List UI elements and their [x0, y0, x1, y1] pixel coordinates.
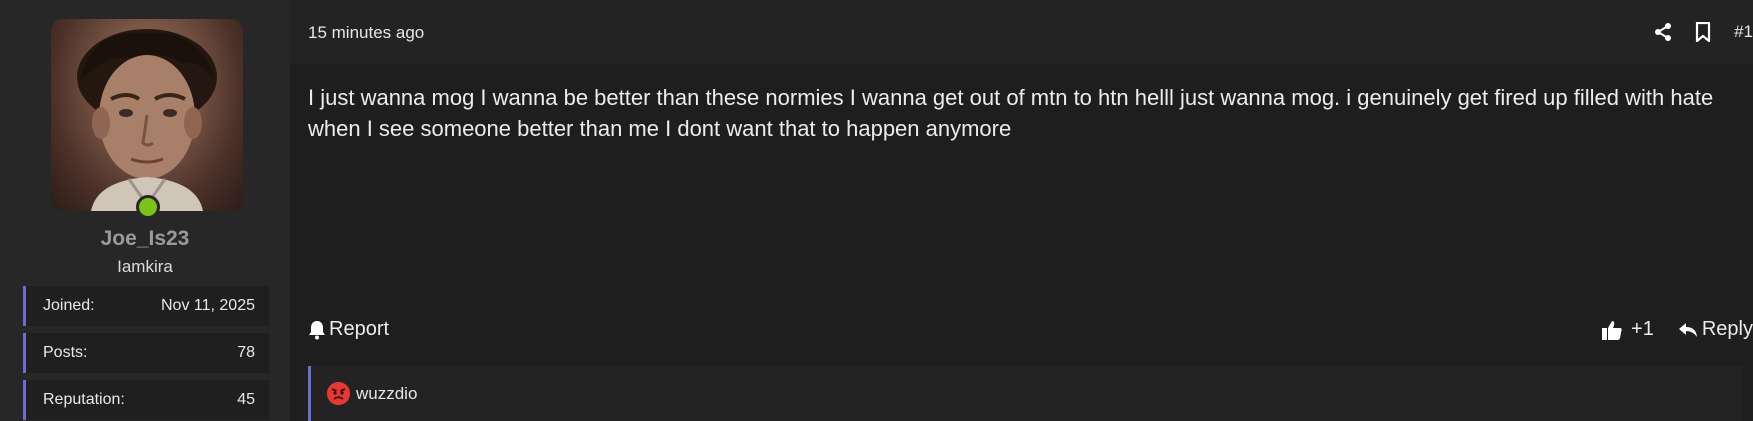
author-sidebar: Joe_Is23 Iamkira Joined: Nov 11, 2025 Po… [0, 0, 290, 421]
stat-value: 78 [237, 344, 255, 361]
stat-label: Joined: [43, 297, 95, 314]
bell-icon [309, 320, 325, 339]
post-number-link[interactable]: #1 [1734, 22, 1753, 42]
reaction-username: wuzzdio [356, 383, 418, 403]
reactions-bar: wuzzdio [308, 366, 1743, 421]
like-button[interactable]: +1 [1601, 318, 1654, 341]
post-header-actions: #1 [1652, 18, 1753, 46]
share-icon[interactable] [1652, 21, 1674, 43]
avatar[interactable] [51, 19, 243, 211]
author-user-title: Iamkira [117, 257, 173, 276]
forum-post: Joe_Is23 Iamkira Joined: Nov 11, 2025 Po… [0, 0, 1753, 421]
stat-posts: Posts: 78 [23, 333, 269, 373]
stat-value: Nov 11, 2025 [161, 297, 255, 314]
reply-arrow-icon [1678, 322, 1697, 337]
report-label: Report [329, 318, 390, 340]
reply-button[interactable]: Reply [1678, 318, 1753, 341]
post-body: I just wanna mog I wanna be better than … [308, 85, 1714, 141]
avatar-container [51, 19, 243, 219]
post-timestamp[interactable]: 15 minutes ago [308, 23, 424, 43]
author-username[interactable]: Joe_Is23 [0, 227, 290, 251]
online-status-indicator [136, 195, 160, 219]
post-footer-actions: +1 Reply [1601, 318, 1753, 341]
thumbs-up-icon [1602, 320, 1622, 340]
report-button[interactable]: Report [308, 318, 389, 341]
like-count: +1 [1631, 318, 1654, 340]
stat-joined: Joined: Nov 11, 2025 [23, 286, 269, 326]
reply-label: Reply [1701, 318, 1753, 340]
stat-reputation: Reputation: 45 [23, 380, 269, 420]
reaction-user[interactable]: wuzzdio [327, 382, 417, 405]
post-main: 15 minutes ago #1 I just wanna mog I wan… [290, 0, 1753, 421]
bookmark-icon[interactable] [1692, 21, 1714, 43]
angry-face-icon [327, 382, 350, 405]
stat-value: 45 [237, 391, 255, 408]
stat-label: Reputation: [43, 391, 125, 408]
post-header: 15 minutes ago #1 [290, 0, 1753, 64]
stat-label: Posts: [43, 344, 88, 361]
